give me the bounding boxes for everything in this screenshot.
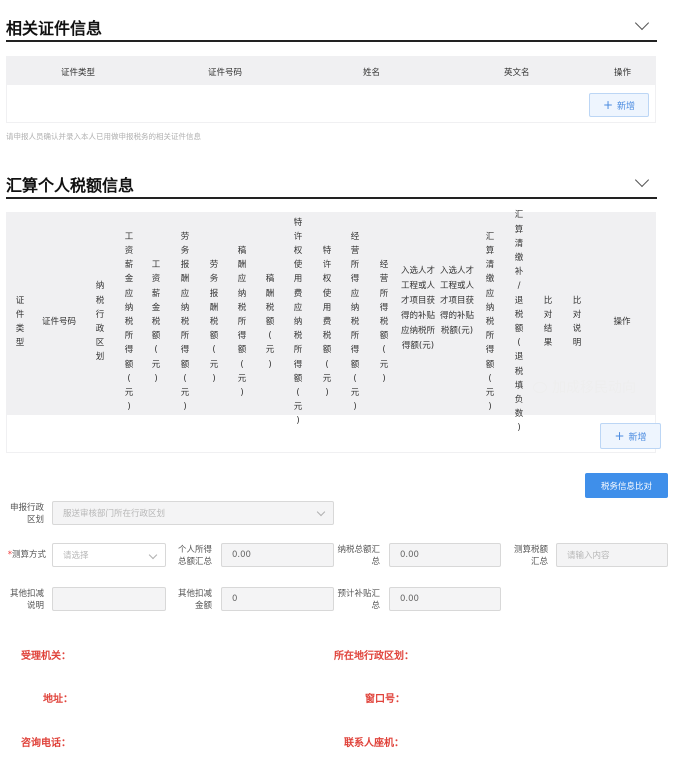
tax-column-header: 经营所得税额(元)	[379, 260, 389, 384]
calc-tax-input[interactable]: 请输入内容	[556, 543, 668, 567]
tax-column-header: 工资薪金税额(元)	[151, 260, 161, 384]
tax-column-header: 汇算清缴补 / 退税额(退税填负数)	[514, 210, 524, 434]
section-divider	[6, 40, 657, 42]
column-header: 操作	[614, 68, 632, 78]
tax-column-header: 比对说明	[572, 295, 582, 349]
tax-column-header: 稿酬应纳税所得额(元)	[237, 245, 247, 398]
section-title-certificates: 相关证件信息	[6, 19, 103, 38]
chevron-down-icon[interactable]	[634, 15, 650, 31]
column-header: 姓名	[363, 68, 381, 78]
section-divider	[6, 197, 657, 199]
calc-tax-label: 测算税额汇总	[513, 545, 548, 567]
tax-total-input[interactable]: 0.00	[389, 543, 501, 567]
tax-column-header: 劳务报酬应纳税所得额(元)	[180, 231, 190, 413]
method-label: *测算方式	[7, 550, 46, 560]
add-button-label: 新增	[617, 101, 636, 112]
expected-subsidy-input[interactable]: 0.00	[389, 587, 501, 611]
tax-column-header: 纳税行政区划	[95, 281, 105, 363]
plus-icon: +	[602, 98, 614, 112]
other-deduct-note-input[interactable]	[52, 587, 166, 611]
tax-column-header: 稿酬税额(元)	[265, 274, 275, 370]
column-header: 英文名	[504, 68, 530, 78]
tax-column-header: 入选人才工程或人才项目获得的补贴税额(元)	[439, 266, 474, 336]
tax-column-header: 证件号码	[41, 317, 76, 327]
tax-column-header: 操作	[613, 317, 631, 327]
certificates-table-header: 证件类型 证件号码 姓名 英文名 操作	[6, 56, 656, 85]
add-tax-record-button[interactable]: + 新增	[600, 423, 661, 449]
tax-column-header: 特许权使用费应纳税所得额(元)	[293, 217, 303, 427]
chevron-down-icon[interactable]	[634, 172, 650, 188]
tax-compare-button[interactable]: 税务信息比对	[585, 473, 668, 498]
column-header: 证件号码	[208, 68, 243, 78]
tax-column-header: 经营所得应纳税所得额(元)	[350, 231, 360, 413]
expected-subsidy-label: 预计补贴汇总	[337, 589, 380, 611]
contact-label: 联系人座机：	[344, 738, 404, 749]
watermark-text: 加成移民动向	[552, 380, 636, 396]
tax-column-header: 劳务报酬税额(元)	[209, 260, 219, 384]
tax-column-header: 特许权使用费税额(元)	[322, 245, 332, 398]
other-deduct-note-label: 其他扣减说明	[9, 589, 44, 611]
expected-subsidy-value: 0.00	[400, 594, 419, 604]
tax-column-header: 工资薪金应纳税所得额(元)	[124, 231, 134, 413]
address-label: 地址：	[43, 694, 73, 705]
authority-label: 受理机关：	[21, 651, 71, 662]
personal-income-input[interactable]: 0.00	[221, 543, 334, 567]
tax-column-header: 入选人才工程或人才项目获得的补贴应纳税所得额(元)	[400, 266, 435, 351]
tax-column-header: 比对结果	[543, 295, 553, 349]
window-label: 窗口号：	[365, 694, 405, 705]
tax-column-header: 证件类型	[15, 295, 25, 349]
region-label: 申报行政区划	[9, 503, 44, 525]
plus-icon: +	[614, 429, 625, 443]
region-info-label: 所在地行政区划：	[334, 651, 414, 662]
column-header: 证件类型	[61, 68, 96, 78]
certificates-table-body	[6, 85, 656, 123]
personal-income-label: 个人所得总额汇总	[177, 545, 212, 567]
tax-table-body	[6, 415, 656, 453]
add-button-label: 新增	[628, 432, 647, 443]
phone-label: 咨询电话：	[21, 738, 71, 749]
watermark: 加成移民动向	[533, 377, 636, 397]
other-deduct-amount-input[interactable]: 0	[221, 587, 334, 611]
tax-total-label: 纳税总额汇总	[337, 545, 380, 567]
wechat-icon	[533, 381, 547, 393]
method-placeholder: 请选择	[63, 551, 89, 561]
calc-tax-placeholder: 请输入内容	[567, 551, 610, 561]
region-placeholder: 服送审核部门所在行政区划	[63, 509, 166, 519]
tax-column-header: 汇算清缴应纳税所得额(元)	[485, 231, 495, 413]
tax-total-value: 0.00	[400, 550, 419, 560]
region-select[interactable]: 服送审核部门所在行政区划	[52, 501, 334, 525]
other-deduct-amount-value: 0	[232, 594, 238, 604]
other-deduct-amount-label: 其他扣减金额	[177, 589, 212, 611]
add-certificate-button[interactable]: + 新增	[589, 93, 649, 117]
personal-income-value: 0.00	[232, 550, 251, 560]
section-title-tax: 汇算个人税额信息	[6, 176, 135, 195]
method-label-text: 测算方式	[11, 550, 46, 560]
certificates-hint: 请申报人员确认并录入本人已用做申报税务的相关证件信息	[6, 132, 201, 141]
